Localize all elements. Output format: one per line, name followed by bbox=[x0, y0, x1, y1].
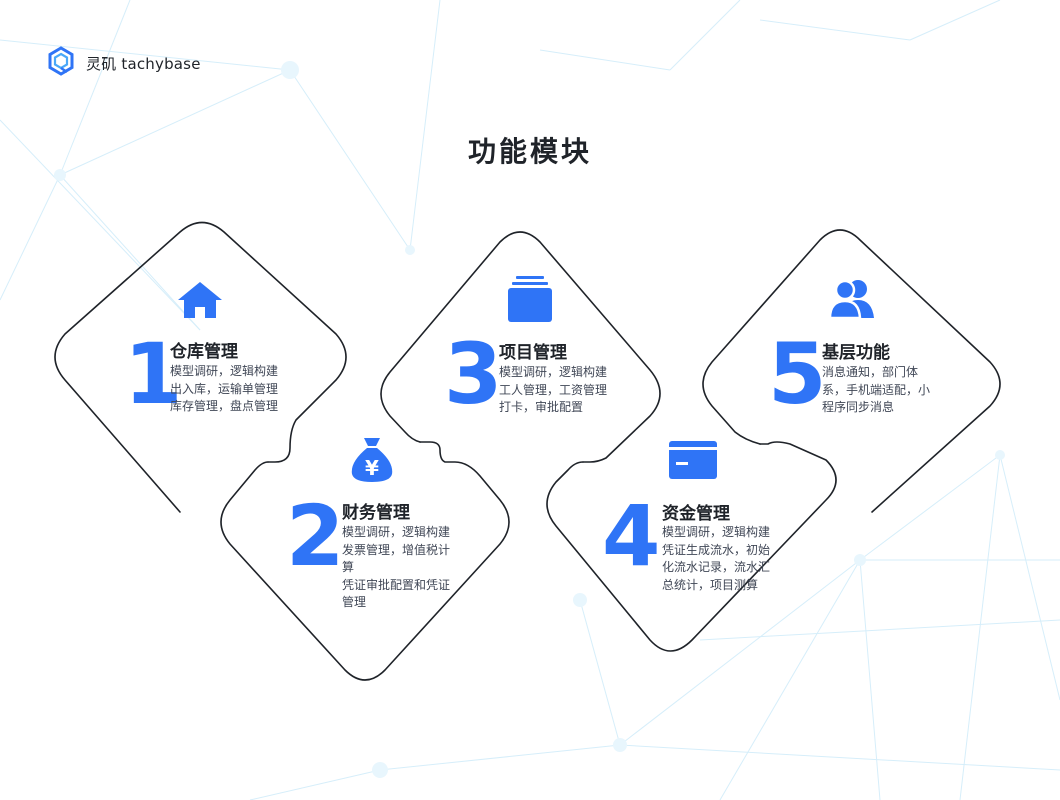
module-number: 3 bbox=[444, 325, 503, 423]
hexagon-logo-icon bbox=[46, 46, 76, 80]
module-number: 4 bbox=[602, 487, 661, 585]
brand-name: 灵矶 tachybase bbox=[86, 54, 201, 73]
module-description: 模型调研，逻辑构建 凭证生成流水，初始 化流水记录，流水汇 总统计，项目测算 bbox=[662, 525, 771, 592]
page-title: 功能模块 bbox=[467, 135, 592, 168]
svg-text:¥: ¥ bbox=[365, 456, 379, 480]
brand[interactable]: 灵矶 tachybase bbox=[46, 46, 201, 80]
module-title: 项目管理 bbox=[499, 343, 567, 363]
money-bag-icon: ¥ bbox=[348, 434, 396, 488]
module-description: 模型调研，逻辑构建 发票管理，增值税计 算 凭证审批配置和凭证 管理 bbox=[342, 525, 451, 609]
module-title: 基层功能 bbox=[822, 343, 890, 363]
module-description: 消息通知，部门体 系，手机端适配，小 程序同步消息 bbox=[822, 365, 931, 414]
module-number: 2 bbox=[286, 487, 345, 585]
module-description: 模型调研，逻辑构建 出入库，运输单管理 库存管理，盘点管理 bbox=[170, 364, 279, 413]
card-icon bbox=[668, 440, 718, 484]
users-icon bbox=[828, 278, 876, 324]
module-title: 财务管理 bbox=[342, 503, 410, 523]
home-icon bbox=[176, 280, 224, 324]
module-title: 资金管理 bbox=[662, 504, 730, 524]
module-title: 仓库管理 bbox=[170, 342, 238, 362]
stack-icon bbox=[506, 274, 554, 328]
module-number: 5 bbox=[768, 325, 827, 423]
module-description: 模型调研，逻辑构建 工人管理，工资管理 打卡，审批配置 bbox=[499, 365, 608, 414]
